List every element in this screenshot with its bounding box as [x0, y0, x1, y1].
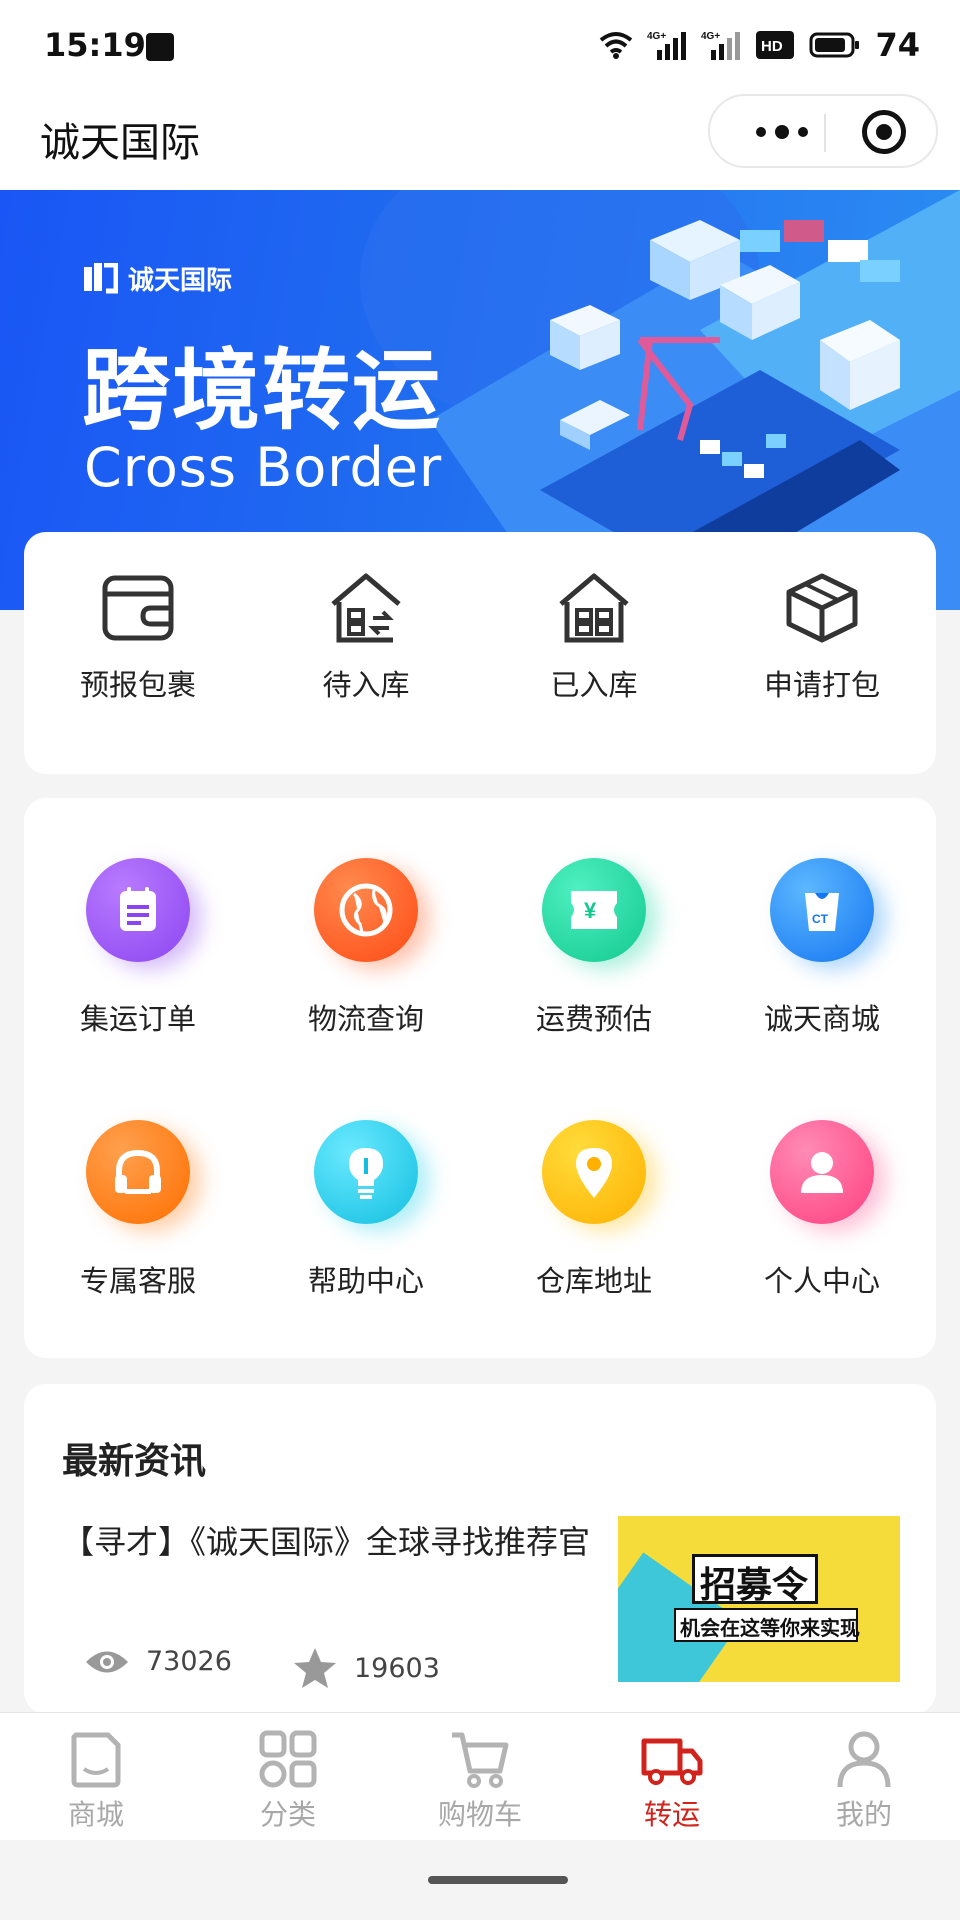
- feature-warehouse-address[interactable]: 仓库地址: [480, 1120, 708, 1300]
- star-icon: [294, 1648, 336, 1688]
- quick-action-forecast[interactable]: 预报包裹: [24, 568, 252, 704]
- page-title: 诚天国际: [40, 120, 200, 166]
- tab-category[interactable]: 分类: [192, 1727, 384, 1833]
- mini-program-capsule: [708, 94, 938, 168]
- wallet-icon: [102, 575, 174, 641]
- feature-label: 诚天商城: [763, 1002, 880, 1036]
- news-item-title[interactable]: 【寻才】《诚天国际》全球寻找推荐官: [62, 1516, 602, 1568]
- lightbulb-icon: [314, 1120, 418, 1224]
- quick-action-label: 待入库: [322, 668, 410, 702]
- status-bar: 15:19 4G+ 4G+ HD 74: [0, 0, 960, 92]
- signal-icon: 4G+: [647, 31, 687, 60]
- profile-icon: [837, 1731, 891, 1788]
- news-views-count: 73026: [146, 1646, 232, 1677]
- svg-text:CT: CT: [812, 912, 829, 926]
- news-stars-count: 19603: [354, 1652, 440, 1684]
- eye-icon: [86, 1651, 128, 1672]
- thumb-title: 招募令: [700, 1565, 809, 1606]
- quick-actions-card: 预报包裹 待入库 已入库 申请打包: [24, 532, 936, 774]
- banner-logo-text: 诚天国际: [128, 266, 233, 296]
- wifi-icon: [600, 32, 633, 59]
- shop-bag-icon: [71, 1732, 121, 1788]
- banner-headline: 跨境转运: [82, 339, 443, 442]
- brand-logo-icon: [84, 262, 118, 293]
- tab-shop[interactable]: 商城: [0, 1727, 192, 1833]
- tab-transship[interactable]: 转运: [576, 1727, 768, 1833]
- user-icon: [770, 1120, 874, 1224]
- notification-icon: [146, 33, 174, 61]
- news-stars: 19603: [292, 1646, 440, 1690]
- feature-label: 集运订单: [79, 1002, 196, 1036]
- tab-mine[interactable]: 我的: [768, 1727, 960, 1833]
- tab-bar: 商城 分类 购物车 转运 我的: [0, 1712, 960, 1840]
- feature-tracking[interactable]: 物流查询: [252, 858, 480, 1038]
- banner-subheadline: Cross Border: [84, 436, 443, 499]
- globe-icon: [314, 858, 418, 962]
- news-card: 最新资讯 【寻才】《诚天国际》全球寻找推荐官 73026 19603 招募令 机…: [24, 1384, 936, 1714]
- quick-action-label: 已入库: [550, 668, 638, 702]
- thumb-subtitle: 机会在这等你来实现: [680, 1616, 860, 1640]
- warehouse-icon: [559, 573, 629, 643]
- category-grid-icon: [259, 1730, 317, 1788]
- network-type-2: 4G+: [701, 31, 720, 42]
- tab-cart[interactable]: 购物车: [384, 1727, 576, 1833]
- quick-action-stored[interactable]: 已入库: [480, 568, 708, 704]
- feature-service[interactable]: 专属客服: [24, 1120, 252, 1300]
- target-icon[interactable]: [862, 110, 906, 154]
- quick-action-label: 预报包裹: [79, 668, 196, 702]
- headset-icon: [86, 1120, 190, 1224]
- banner-logo: 诚天国际: [84, 260, 232, 297]
- truck-icon: [641, 1738, 703, 1785]
- quick-action-label: 申请打包: [763, 668, 880, 702]
- feature-help[interactable]: 帮助中心: [252, 1120, 480, 1300]
- home-indicator[interactable]: [428, 1876, 568, 1884]
- feature-label: 个人中心: [763, 1264, 880, 1298]
- package-box-icon: [786, 573, 858, 643]
- feature-estimate[interactable]: ¥ 运费预估: [480, 858, 708, 1038]
- tab-label: 我的: [835, 1798, 892, 1831]
- battery-level: 74: [875, 26, 920, 64]
- feature-profile[interactable]: 个人中心: [708, 1120, 936, 1300]
- feature-orders[interactable]: 集运订单: [24, 858, 252, 1038]
- nav-bar: 诚天国际: [0, 92, 960, 190]
- tab-label: 商城: [67, 1798, 124, 1831]
- battery-icon: [809, 32, 860, 58]
- feature-label: 仓库地址: [535, 1264, 652, 1298]
- network-type-1: 4G+: [647, 31, 666, 42]
- feature-label: 专属客服: [79, 1264, 196, 1298]
- tab-label: 购物车: [437, 1798, 522, 1831]
- pending-warehouse-icon: [331, 573, 401, 643]
- ticket-yen-icon: ¥: [542, 858, 646, 962]
- news-thumbnail[interactable]: 招募令 机会在这等你来实现: [618, 1516, 900, 1682]
- feature-label: 帮助中心: [307, 1264, 424, 1298]
- features-card: 集运订单 物流查询 ¥ 运费预估 CT 诚天商城 专属客服 帮助中心 仓库地址 …: [24, 798, 936, 1358]
- shopping-bag-icon: CT: [770, 858, 874, 962]
- news-section-title: 最新资讯: [62, 1441, 207, 1482]
- quick-action-pending[interactable]: 待入库: [252, 568, 480, 704]
- signal-icon-2: 4G+: [701, 31, 741, 60]
- status-time: 15:19: [44, 26, 146, 64]
- news-views: 73026: [84, 1646, 232, 1677]
- order-list-icon: [86, 858, 190, 962]
- hd-icon: HD: [756, 31, 795, 59]
- location-pin-icon: [542, 1120, 646, 1224]
- tab-label: 分类: [259, 1798, 316, 1831]
- status-indicators: 4G+ 4G+ HD 74: [599, 26, 920, 64]
- quick-action-pack[interactable]: 申请打包: [708, 568, 936, 704]
- feature-label: 物流查询: [307, 1002, 424, 1036]
- tab-label: 转运: [643, 1798, 700, 1831]
- svg-text:¥: ¥: [584, 898, 597, 923]
- feature-mall[interactable]: CT 诚天商城: [708, 858, 936, 1038]
- more-dots-icon[interactable]: [742, 122, 822, 142]
- feature-label: 运费预估: [535, 1002, 652, 1036]
- hd-label: HD: [761, 38, 783, 55]
- cart-icon: [452, 1732, 509, 1788]
- capsule-divider: [824, 114, 826, 152]
